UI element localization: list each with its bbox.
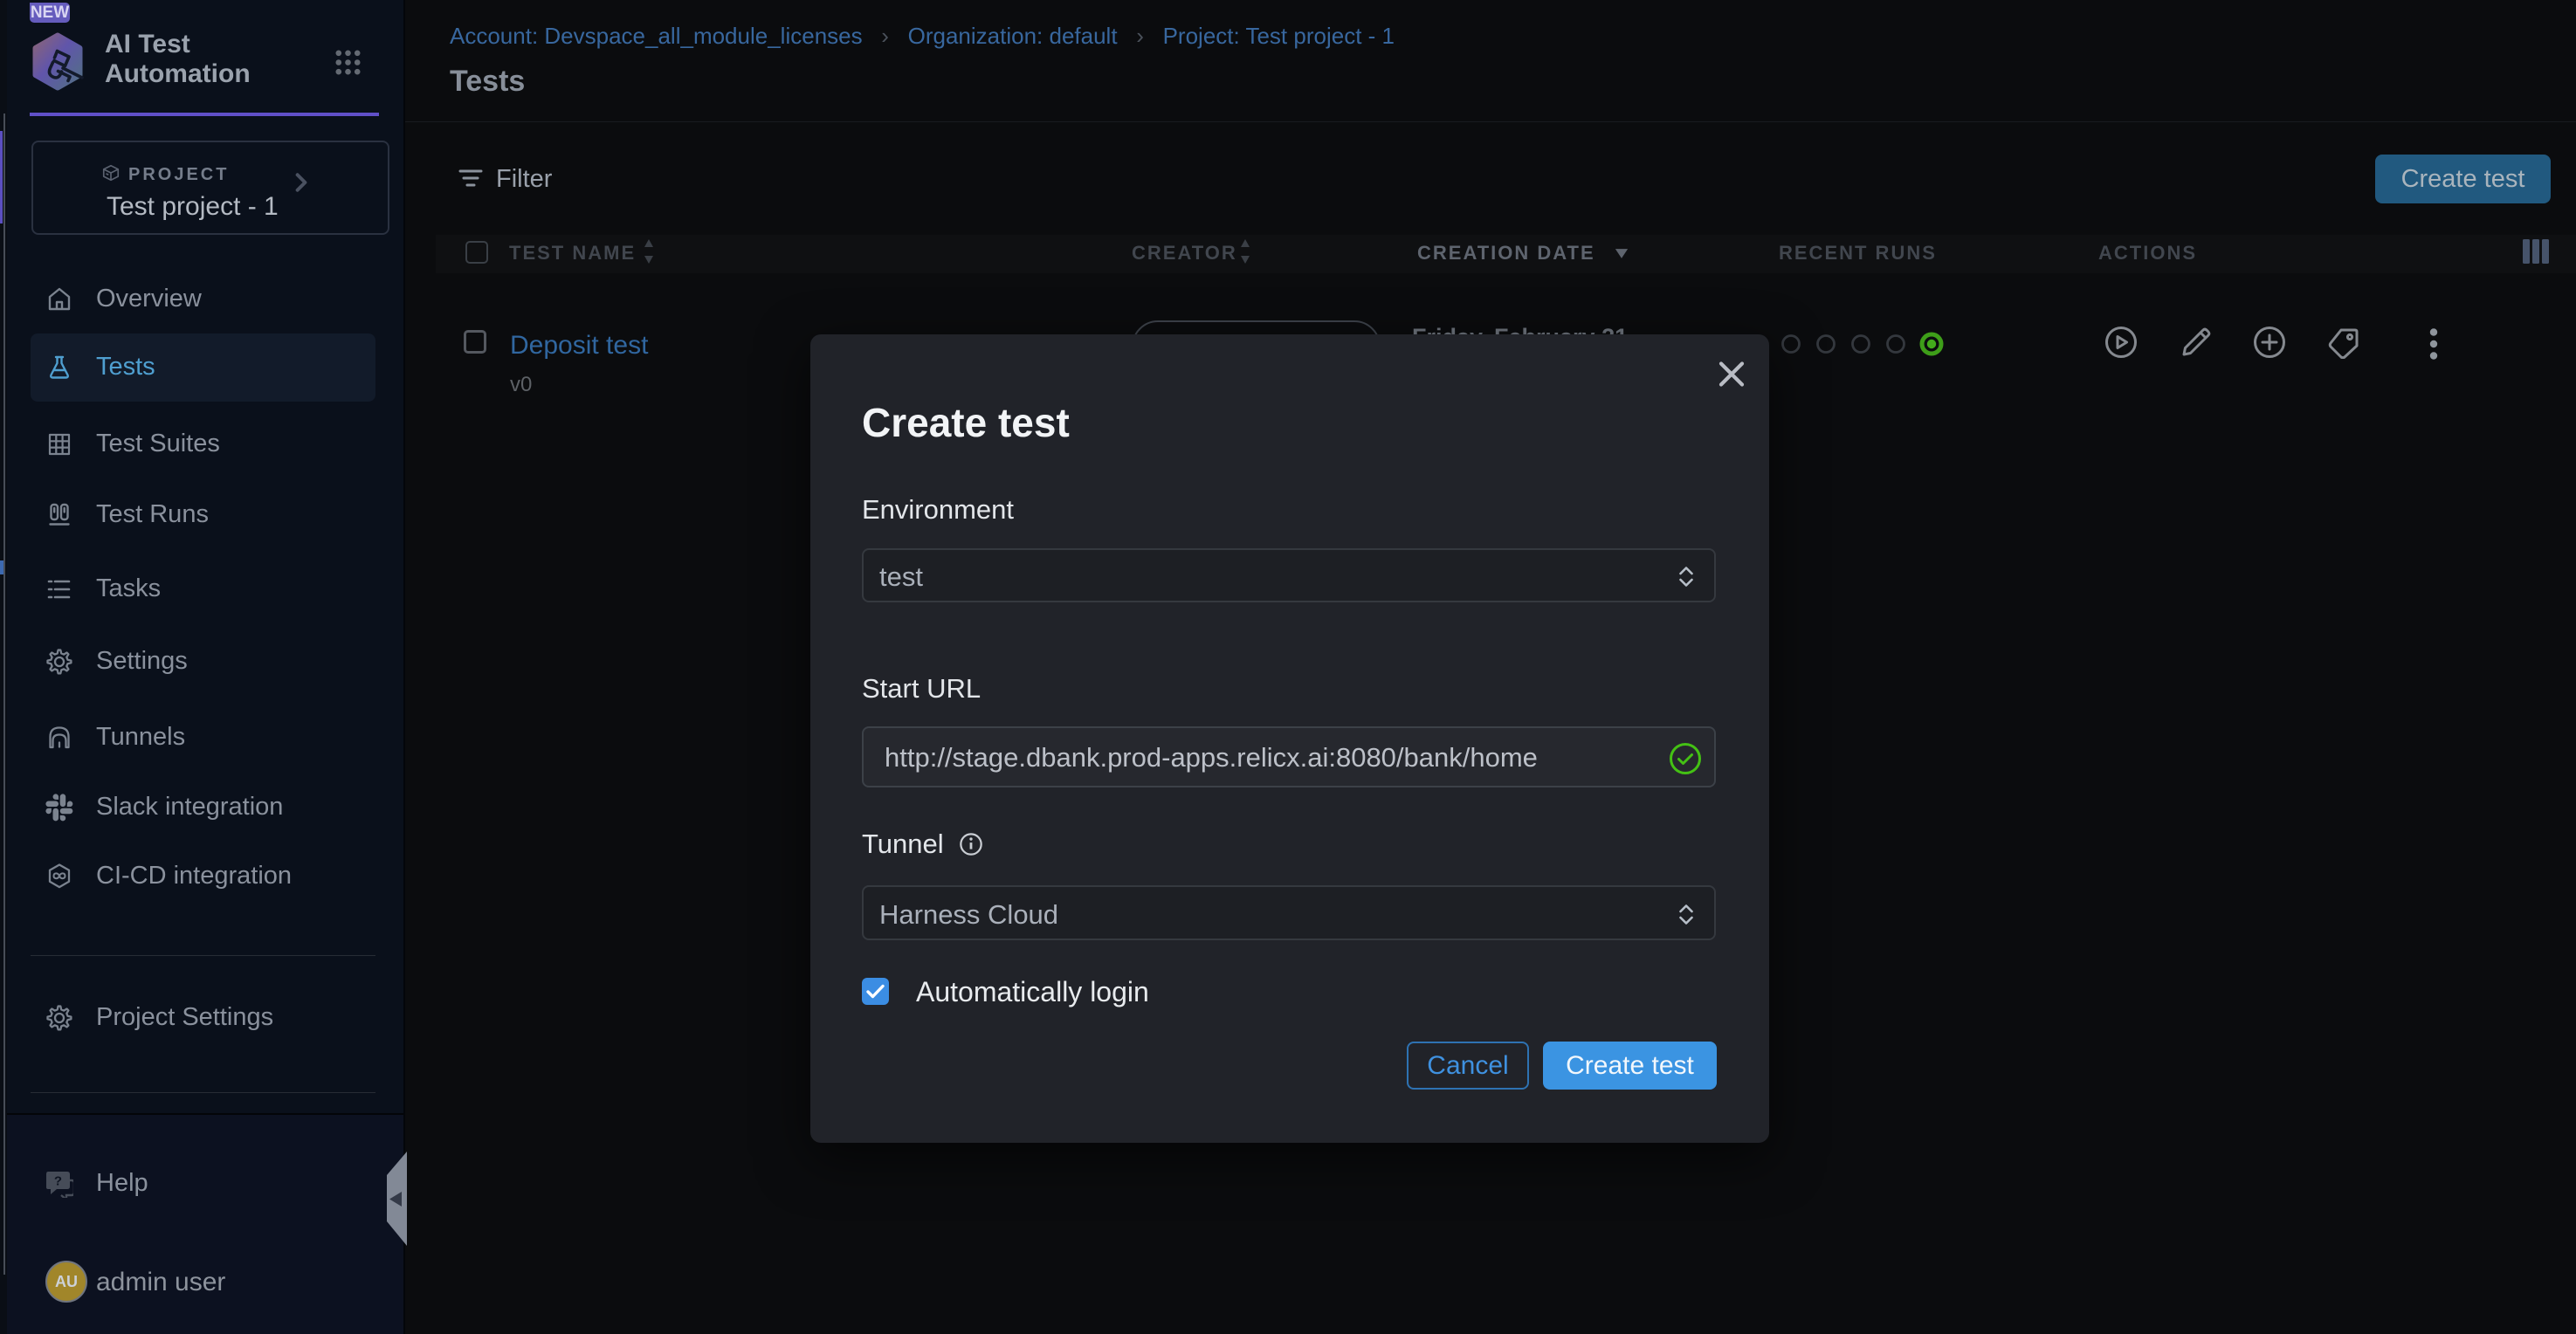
svg-text:?: ? (54, 1174, 62, 1189)
